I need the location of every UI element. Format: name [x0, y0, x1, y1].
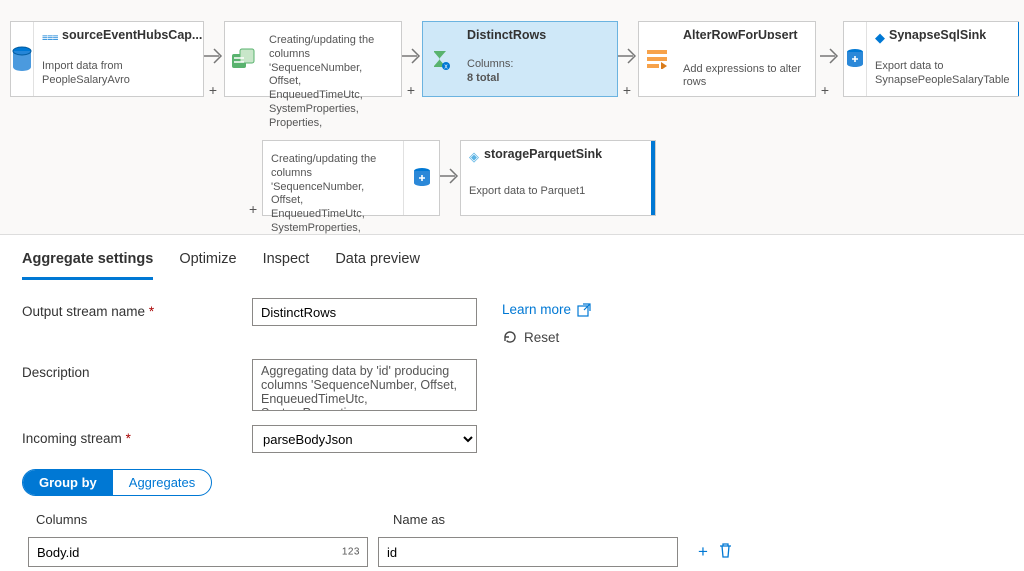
name-as-input[interactable]	[378, 537, 678, 567]
node-title: AlterRowForUpsert	[683, 28, 807, 39]
svg-text:x: x	[444, 64, 448, 71]
trash-icon	[718, 542, 733, 558]
groupby-aggregates-toggle: Group by Aggregates	[22, 469, 212, 496]
node-title: DistinctRows	[467, 28, 609, 42]
synapse-icon: ◆	[875, 30, 885, 46]
node-subtitle: Creating/updating the columns 'SequenceN…	[269, 34, 393, 130]
node-subtitle: Export data to Parquet1	[469, 185, 643, 199]
service-bus-icon: ≡≡≡	[42, 33, 58, 44]
node-distinct-rows[interactable]: x DistinctRows Columns: 8 total +	[422, 21, 618, 97]
add-step-button[interactable]: +	[249, 201, 257, 217]
node-subtitle: Import data from PeopleSalaryAvro	[42, 60, 202, 88]
reset-icon	[502, 329, 518, 345]
node-alter-row[interactable]: AlterRowForUpsert Add expressions to alt…	[638, 21, 816, 97]
nameas-header: Name as	[393, 512, 1002, 527]
node-subtitle: Creating/updating the columns 'SequenceN…	[271, 153, 395, 235]
add-column-button[interactable]: +	[698, 542, 708, 563]
columns-header: Columns	[28, 512, 383, 527]
diamond-icon: ◈	[469, 149, 479, 165]
dataflow-canvas[interactable]: ≡≡≡ sourceEventHubsCap... Import data fr…	[0, 0, 1024, 235]
incoming-stream-label: Incoming stream *	[22, 425, 252, 446]
pill-aggregates[interactable]: Aggregates	[113, 470, 212, 495]
tab-aggregate-settings[interactable]: Aggregate settings	[22, 245, 153, 280]
alter-row-icon	[639, 22, 675, 96]
node-storage-parquet-sink[interactable]: ◈ storageParquetSink Export data to Parq…	[460, 140, 656, 216]
aggregate-icon: x	[423, 22, 459, 96]
pill-group-by[interactable]: Group by	[23, 470, 113, 495]
output-stream-input[interactable]	[252, 298, 477, 326]
expression-type-badge: 123	[342, 547, 360, 558]
learn-more-link[interactable]: Learn more	[502, 302, 591, 317]
arrow-icon	[618, 46, 640, 66]
tab-optimize[interactable]: Optimize	[179, 245, 236, 280]
node-stripe	[651, 141, 655, 215]
output-stream-label: Output stream name *	[22, 298, 252, 319]
arrow-icon	[820, 46, 842, 66]
settings-panel: Aggregate settings Optimize Inspect Data…	[0, 235, 1024, 567]
add-step-button[interactable]: +	[623, 82, 631, 98]
groupby-row: 123 +	[28, 537, 1002, 567]
node-subtitle: Export data to SynapsePeopleSalaryTable	[875, 60, 1010, 88]
node-subtitle: Add expressions to alter rows	[683, 63, 807, 91]
arrow-icon	[402, 46, 424, 66]
add-step-button[interactable]: +	[821, 82, 829, 98]
external-link-icon	[577, 303, 591, 317]
sink-icon	[844, 22, 867, 96]
node-parse-body-json-1[interactable]: parseBodyJson Creating/updating the colu…	[224, 21, 402, 97]
parse-icon	[225, 22, 261, 96]
incoming-stream-select[interactable]: parseBodyJson	[252, 425, 477, 453]
settings-tabs: Aggregate settings Optimize Inspect Data…	[22, 245, 1002, 280]
description-label: Description	[22, 359, 252, 380]
node-title: sourceEventHubsCap...	[62, 28, 202, 42]
sink-db-icon	[403, 141, 439, 215]
node-source-event-hubs[interactable]: ≡≡≡ sourceEventHubsCap... Import data fr…	[10, 21, 204, 97]
node-sub-value: 8 total	[467, 72, 609, 86]
description-input[interactable]	[252, 359, 477, 411]
tab-inspect[interactable]: Inspect	[263, 245, 310, 280]
add-step-button[interactable]: +	[209, 82, 217, 98]
node-title: SynapseSqlSink	[889, 28, 986, 42]
tab-data-preview[interactable]: Data preview	[335, 245, 420, 280]
arrow-icon	[440, 166, 462, 186]
column-expression-input[interactable]	[28, 537, 368, 567]
source-icon	[11, 22, 34, 96]
node-synapse-sink[interactable]: ◆ SynapseSqlSink Export data to SynapseP…	[843, 21, 1019, 97]
node-title: storageParquetSink	[484, 147, 602, 161]
node-parse-body-json-2[interactable]: parseBodyJson Creating/updating the colu…	[262, 140, 440, 216]
reset-button[interactable]: Reset	[502, 329, 591, 345]
add-step-button[interactable]: +	[407, 82, 415, 98]
node-sub-label: Columns:	[467, 58, 609, 72]
delete-column-button[interactable]	[718, 542, 733, 563]
